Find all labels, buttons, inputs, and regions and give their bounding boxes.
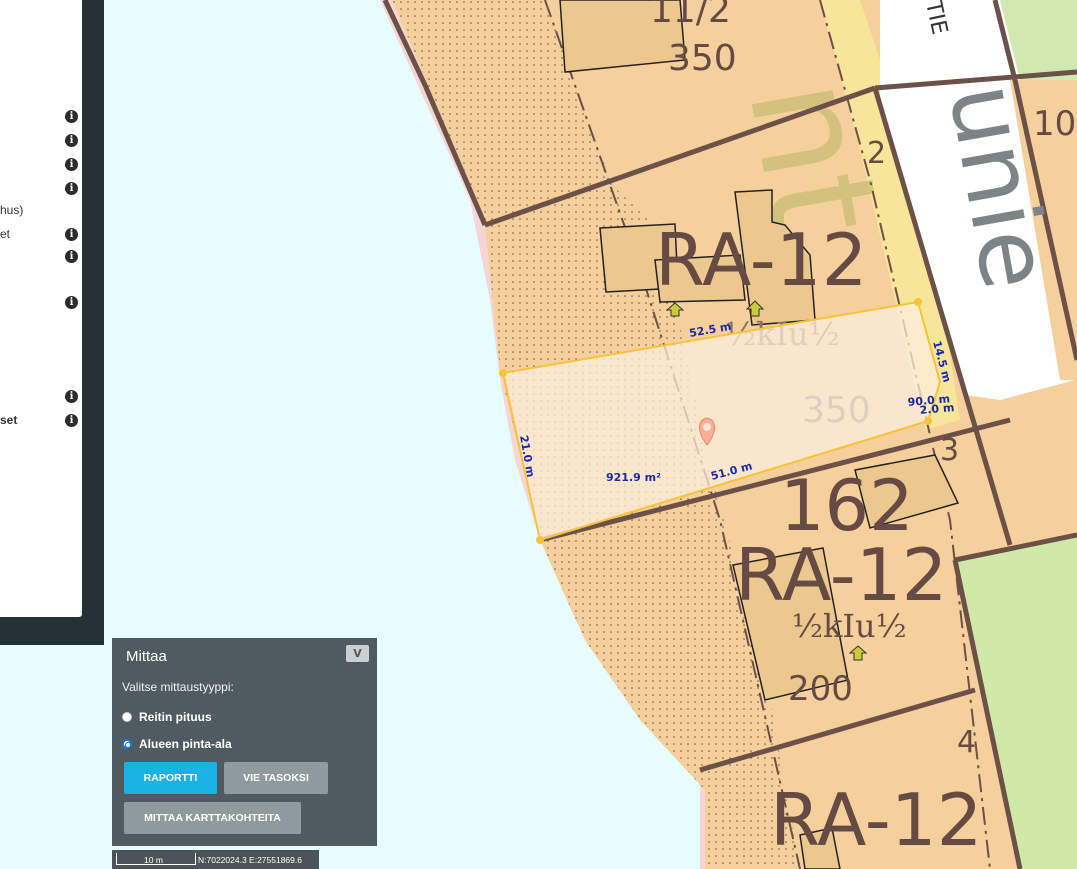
report-button[interactable]: RAPORTTI xyxy=(124,762,217,794)
option-area[interactable]: Alueen pinta-ala xyxy=(122,737,232,751)
plot-number: 11/2 xyxy=(650,0,731,31)
block-number: 162 xyxy=(780,465,914,547)
vertex-handle xyxy=(924,417,932,425)
info-icon[interactable]: i xyxy=(65,110,78,123)
collapse-button[interactable]: V xyxy=(346,645,369,662)
measure-title: Mittaa xyxy=(126,648,167,665)
zone-code: RA-12 xyxy=(770,778,982,862)
zone-code: RA-12 xyxy=(655,218,867,302)
info-icon[interactable]: i xyxy=(65,250,78,263)
building-code: ½kIu½ xyxy=(792,607,907,645)
measure-type-prompt: Valitse mittaustyyppi: xyxy=(122,680,234,694)
plot-number: 3 xyxy=(940,433,959,468)
area-label: 921.9 m² xyxy=(606,471,661,484)
plot-number: 4 xyxy=(957,725,976,760)
coordinate-readout: N:7022024.3 E:27551869.6 xyxy=(198,855,302,865)
info-icon[interactable]: i xyxy=(65,414,78,427)
plot-number: 2 xyxy=(867,136,886,171)
radio-button[interactable] xyxy=(122,712,132,722)
plot-number: 10 xyxy=(1033,104,1076,144)
info-icon[interactable]: i xyxy=(65,296,78,309)
layer-label: et xyxy=(0,227,11,241)
option-label: Alueen pinta-ala xyxy=(139,737,232,751)
layer-label: hus) xyxy=(0,203,24,217)
info-icon[interactable]: i xyxy=(65,228,78,241)
export-layer-button[interactable]: VIE TASOKSI xyxy=(224,762,328,794)
info-icon[interactable]: i xyxy=(65,182,78,195)
measure-features-button[interactable]: MITTAA KARTTAKOHTEITA xyxy=(124,802,301,834)
info-icon[interactable]: i xyxy=(65,134,78,147)
plot-number: 350 xyxy=(668,38,737,79)
info-icon[interactable]: i xyxy=(65,158,78,171)
scale-bar: 10 m N:7022024.3 E:27551869.6 xyxy=(112,850,319,869)
option-route-length[interactable]: Reitin pituus xyxy=(122,710,212,724)
scale-label: 10 m xyxy=(144,855,163,865)
plot-number: 200 xyxy=(788,669,853,709)
option-label: Reitin pituus xyxy=(139,710,212,724)
measure-tool-panel: Mittaa Valitse mittaustyyppi: Reitin pit… xyxy=(112,638,377,846)
vertex-handle xyxy=(914,298,922,306)
layer-panel: i i i i hus) et i i i i set i xyxy=(0,0,82,617)
layer-label: set xyxy=(0,413,18,427)
vertex-handle xyxy=(536,536,544,544)
radio-button-selected[interactable] xyxy=(122,739,132,749)
info-icon[interactable]: i xyxy=(65,390,78,403)
vertex-handle xyxy=(499,369,507,377)
